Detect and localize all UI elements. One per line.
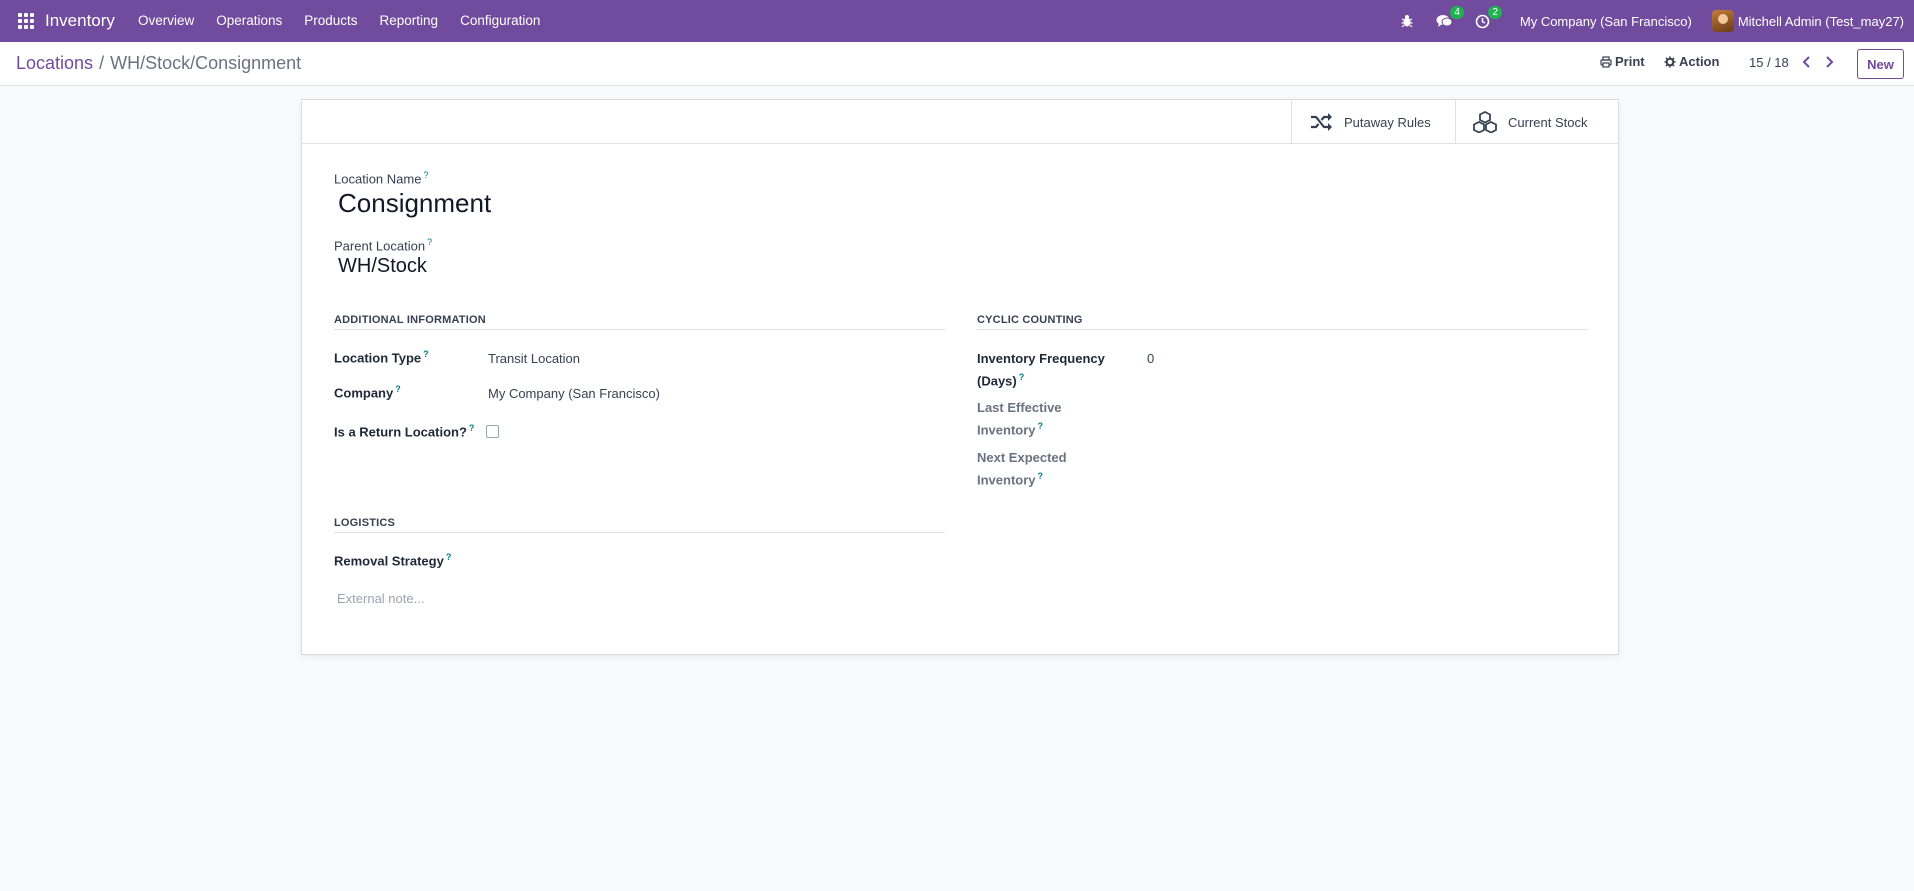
location-type-label: Location Type? bbox=[334, 349, 429, 365]
last-effective-label-line2: Inventory bbox=[977, 422, 1036, 438]
parent-location-label: Parent Location? bbox=[334, 237, 432, 253]
menu-operations[interactable]: Operations bbox=[205, 0, 293, 42]
current-stock-button[interactable]: Current Stock bbox=[1455, 100, 1618, 144]
return-location-checkbox[interactable] bbox=[486, 425, 499, 438]
next-expected-inventory-label: Next Expected Inventory? bbox=[977, 448, 1067, 489]
app-name[interactable]: Inventory bbox=[45, 11, 115, 31]
action-button[interactable]: Action bbox=[1664, 54, 1719, 69]
company-label-text: Company bbox=[334, 385, 394, 401]
navbar-systray: 4 2 My Company (San Francisco) Mitchell … bbox=[1388, 0, 1914, 42]
inventory-frequency-field[interactable]: 0 bbox=[1147, 351, 1154, 366]
menu-overview[interactable]: Overview bbox=[127, 0, 205, 42]
bug-icon[interactable] bbox=[1397, 11, 1417, 31]
company-switcher[interactable]: My Company (San Francisco) bbox=[1520, 14, 1692, 29]
section-cyclic-counting: CYCLIC COUNTING bbox=[977, 314, 1588, 330]
location-type-label-text: Location Type bbox=[334, 350, 422, 366]
last-effective-inventory-label: Last Effective Inventory? bbox=[977, 398, 1062, 439]
help-tooltip-icon[interactable]: ? bbox=[1038, 421, 1044, 431]
breadcrumb-separator: / bbox=[99, 53, 105, 73]
gear-icon bbox=[1664, 56, 1676, 67]
inventory-frequency-label-line1: Inventory Frequency bbox=[977, 351, 1105, 366]
action-label: Action bbox=[1679, 54, 1720, 69]
removal-strategy-label-text: Removal Strategy bbox=[334, 553, 444, 569]
location-name-label-text: Location Name bbox=[334, 171, 422, 187]
help-tooltip-icon[interactable]: ? bbox=[395, 384, 401, 394]
parent-location-field[interactable]: WH/Stock bbox=[338, 255, 427, 278]
current-stock-label: Current Stock bbox=[1508, 114, 1588, 130]
printer-icon bbox=[1600, 55, 1612, 68]
pager-previous-icon[interactable] bbox=[1800, 55, 1814, 69]
shuffle-icon bbox=[1311, 113, 1332, 131]
chat-count-badge: 4 bbox=[1450, 6, 1464, 19]
form-sheet: Putaway Rules Current Stock Location Nam… bbox=[301, 99, 1619, 655]
section-additional-information: ADDITIONAL INFORMATION bbox=[334, 314, 945, 330]
location-name-field[interactable]: Consignment bbox=[338, 188, 491, 219]
inventory-frequency-label-line2: (Days) bbox=[977, 373, 1017, 389]
help-tooltip-icon[interactable]: ? bbox=[427, 237, 432, 247]
putaway-rules-label: Putaway Rules bbox=[1344, 114, 1431, 130]
help-tooltip-icon[interactable]: ? bbox=[423, 349, 429, 359]
location-type-field[interactable]: Transit Location bbox=[488, 351, 580, 366]
putaway-rules-button[interactable]: Putaway Rules bbox=[1291, 100, 1455, 144]
apps-grid-icon[interactable] bbox=[17, 12, 35, 30]
help-tooltip-icon[interactable]: ? bbox=[469, 423, 475, 433]
return-location-label-text: Is a Return Location? bbox=[334, 424, 467, 440]
external-note-field[interactable]: External note... bbox=[337, 591, 424, 606]
user-menu[interactable]: Mitchell Admin (Test_may27) bbox=[1711, 10, 1904, 32]
breadcrumb-locations[interactable]: Locations bbox=[16, 53, 93, 74]
control-panel: Locations / WH/Stock/Consignment Print A… bbox=[0, 42, 1914, 86]
help-tooltip-icon[interactable]: ? bbox=[1038, 471, 1044, 481]
activity-count-badge: 2 bbox=[1488, 6, 1502, 19]
next-expected-label-line2: Inventory bbox=[977, 472, 1036, 488]
company-label: Company? bbox=[334, 384, 401, 400]
main-menu: Overview Operations Products Reporting C… bbox=[127, 0, 551, 42]
section-logistics: LOGISTICS bbox=[334, 517, 945, 533]
print-label: Print bbox=[1615, 54, 1645, 69]
help-tooltip-icon[interactable]: ? bbox=[423, 170, 428, 180]
menu-reporting[interactable]: Reporting bbox=[369, 0, 450, 42]
menu-products[interactable]: Products bbox=[293, 0, 368, 42]
print-button[interactable]: Print bbox=[1600, 54, 1645, 69]
location-name-label: Location Name? bbox=[334, 170, 428, 186]
breadcrumb-current: WH/Stock/Consignment bbox=[110, 53, 302, 73]
return-location-label: Is a Return Location?? bbox=[334, 423, 474, 439]
menu-configuration[interactable]: Configuration bbox=[449, 0, 551, 42]
removal-strategy-label: Removal Strategy? bbox=[334, 552, 451, 568]
parent-location-label-text: Parent Location bbox=[334, 238, 426, 254]
chat-icon[interactable]: 4 bbox=[1435, 6, 1464, 31]
help-tooltip-icon[interactable]: ? bbox=[446, 552, 452, 562]
company-field[interactable]: My Company (San Francisco) bbox=[488, 386, 660, 401]
breadcrumb: Locations / WH/Stock/Consignment bbox=[16, 53, 301, 74]
cubes-icon bbox=[1473, 111, 1497, 133]
pager-value[interactable]: 15 / 18 bbox=[1749, 55, 1789, 70]
pager-next-icon[interactable] bbox=[1822, 55, 1836, 69]
smart-button-box: Putaway Rules Current Stock bbox=[302, 100, 1618, 144]
last-effective-label-line1: Last Effective bbox=[977, 400, 1062, 415]
help-tooltip-icon[interactable]: ? bbox=[1019, 372, 1025, 382]
avatar bbox=[1711, 10, 1734, 32]
inventory-frequency-label: Inventory Frequency (Days)? bbox=[977, 349, 1105, 390]
user-name: Mitchell Admin (Test_may27) bbox=[1737, 13, 1904, 29]
top-navbar: Inventory Overview Operations Products R… bbox=[0, 0, 1914, 42]
new-button[interactable]: New bbox=[1857, 49, 1904, 79]
activity-clock-icon[interactable]: 2 bbox=[1473, 6, 1502, 31]
next-expected-label-line1: Next Expected bbox=[977, 450, 1067, 465]
